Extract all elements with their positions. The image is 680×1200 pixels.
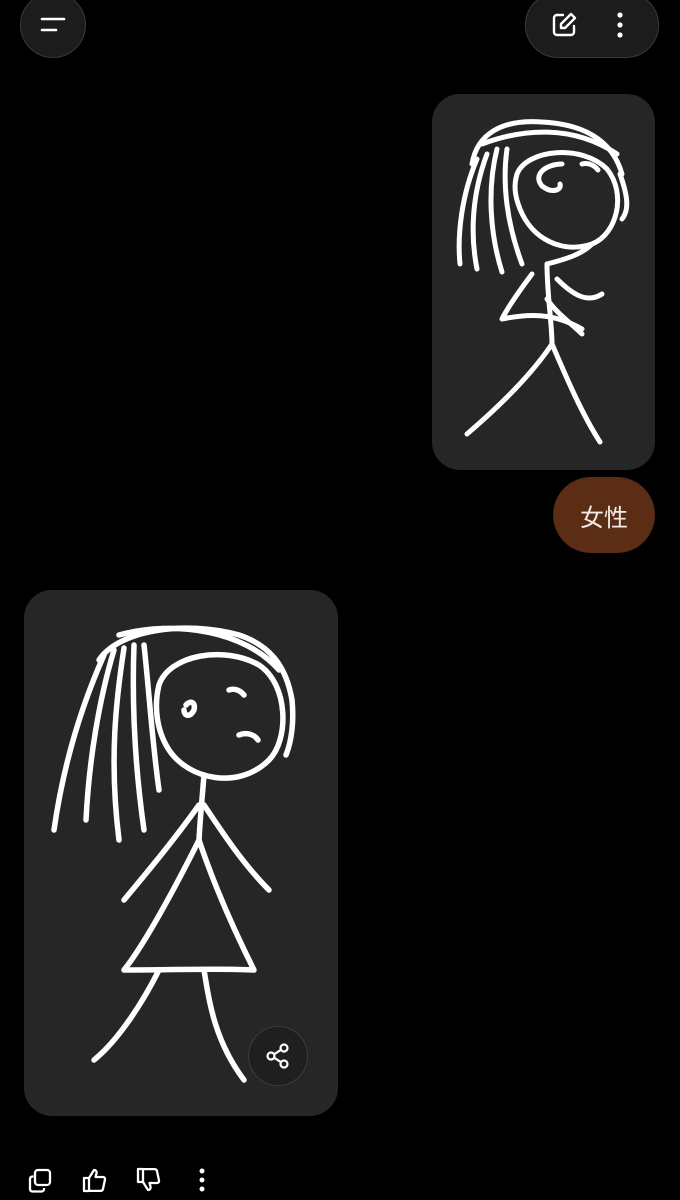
thumbs-up-icon (82, 1168, 107, 1193)
menu-button[interactable] (20, 0, 86, 58)
response-actions (22, 1160, 220, 1200)
more-options-button[interactable] (600, 5, 640, 45)
user-uploaded-image[interactable] (432, 94, 655, 470)
like-button[interactable] (76, 1162, 112, 1198)
copy-icon (28, 1168, 52, 1193)
response-more-button[interactable] (184, 1162, 220, 1198)
more-vertical-icon (617, 12, 623, 38)
top-actions (525, 0, 659, 58)
dislike-button[interactable] (130, 1162, 166, 1198)
new-chat-button[interactable] (544, 5, 584, 45)
copy-button[interactable] (22, 1162, 58, 1198)
share-button[interactable] (248, 1026, 308, 1086)
menu-icon (33, 5, 73, 45)
share-icon (266, 1043, 289, 1069)
user-message-text: 女性 (580, 503, 628, 532)
thumbs-down-icon (136, 1167, 161, 1192)
edit-icon (552, 12, 577, 37)
more-vertical-icon (199, 1168, 205, 1192)
stick-figure-sketch (456, 119, 630, 445)
user-message-bubble: 女性 (553, 477, 655, 553)
